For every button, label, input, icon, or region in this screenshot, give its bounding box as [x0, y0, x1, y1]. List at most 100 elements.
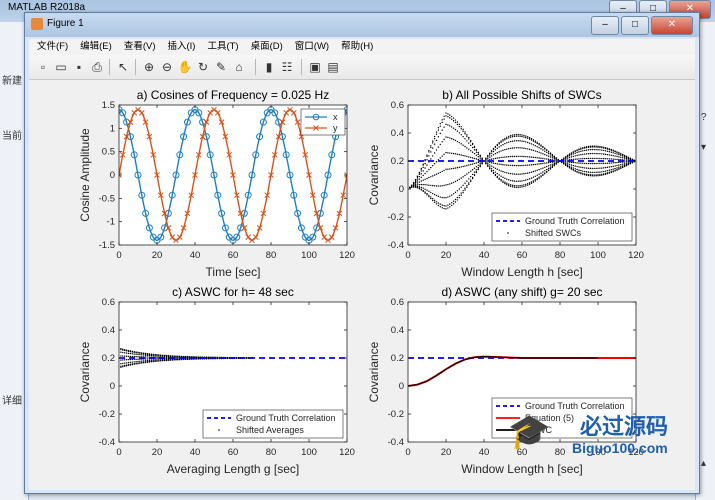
- save-icon[interactable]: ▪: [71, 59, 87, 75]
- swc-dot: [525, 164, 527, 167]
- legend-icon[interactable]: ☷: [279, 59, 295, 75]
- swc-dot: [580, 166, 582, 169]
- swc-dot: [430, 145, 432, 147]
- swc-dot: [553, 156, 555, 159]
- swc-dot: [494, 157, 497, 160]
- swc-dot: [449, 203, 451, 205]
- menu-insert[interactable]: 插入(I): [167, 39, 195, 55]
- average-dot: [137, 362, 139, 365]
- menu-desktop[interactable]: 桌面(D): [251, 39, 283, 55]
- swc-dot: [506, 138, 508, 140]
- menu-tools[interactable]: 工具(T): [207, 39, 238, 55]
- average-dot: [146, 354, 149, 357]
- x-axis-label: Window Length h [sec]: [461, 265, 582, 279]
- average-dot: [169, 359, 171, 361]
- swc-dot: [451, 204, 453, 207]
- x-axis-label: Window Length h [sec]: [461, 462, 582, 476]
- menu-help[interactable]: 帮助(H): [341, 39, 373, 55]
- swc-dot: [468, 178, 470, 180]
- swc-dot: [625, 159, 628, 161]
- swc-dot: [528, 183, 531, 185]
- swc-dot: [604, 173, 607, 175]
- swc-dot: [601, 149, 603, 151]
- swc-dot: [521, 134, 523, 136]
- swc-dot: [620, 153, 622, 155]
- swc-dot: [458, 188, 460, 190]
- y-tick-label: 0.4: [102, 325, 115, 336]
- swc-dot: [473, 162, 476, 165]
- swc-dot: [430, 146, 432, 149]
- swc-dot: [460, 134, 462, 136]
- pointer-icon[interactable]: ↖: [115, 59, 131, 75]
- figure-maximize-button[interactable]: □: [621, 16, 649, 35]
- x-tick-label: 20: [441, 250, 452, 261]
- y-tick-label: 0.4: [391, 325, 404, 336]
- left-label-current[interactable]: 当前: [2, 127, 22, 142]
- average-dot: [131, 361, 133, 363]
- collapse-icon[interactable]: ▴: [701, 458, 706, 469]
- y-tick-label: 0.6: [391, 297, 404, 308]
- swc-dot: [454, 119, 457, 121]
- rotate-icon[interactable]: ↻: [195, 59, 211, 75]
- left-label-new[interactable]: 新建: [2, 72, 22, 87]
- plot-tools-hide-icon[interactable]: ▣: [307, 59, 323, 75]
- brush-icon[interactable]: ⌂: [231, 59, 247, 75]
- zoom-out-icon[interactable]: ⊖: [159, 59, 175, 75]
- swc-dot: [530, 138, 533, 140]
- help-icon[interactable]: ?: [701, 112, 707, 123]
- menu-edit[interactable]: 编辑(E): [80, 39, 112, 55]
- y-tick-label: 1: [110, 123, 115, 134]
- swc-dot: [570, 158, 573, 161]
- swc-dot: [625, 157, 628, 160]
- swc-dot: [443, 153, 445, 156]
- swc-dot: [595, 167, 597, 170]
- toolbar-separator: [301, 59, 302, 75]
- swc-dot: [515, 140, 517, 142]
- average-dot: [150, 361, 152, 363]
- swc-dot: [470, 156, 472, 159]
- swc-dot: [447, 116, 449, 118]
- swc-dot: [608, 154, 611, 156]
- menu-file[interactable]: 文件(F): [37, 39, 68, 55]
- swc-dot: [603, 174, 605, 176]
- figure-minimize-button[interactable]: –: [591, 16, 619, 35]
- left-label-detail[interactable]: 详细: [2, 392, 22, 407]
- swc-dot: [570, 161, 573, 164]
- swc-dot: [521, 147, 523, 149]
- swc-dot: [547, 167, 550, 170]
- open-icon[interactable]: ▭: [53, 59, 69, 75]
- swc-dot: [608, 151, 611, 153]
- menu-window[interactable]: 窗口(W): [295, 39, 329, 55]
- expand-icon[interactable]: ▾: [701, 142, 706, 153]
- zoom-in-icon[interactable]: ⊕: [141, 59, 157, 75]
- swc-dot: [433, 185, 436, 187]
- swc-dot: [502, 143, 504, 146]
- swc-dot: [449, 137, 451, 139]
- new-file-icon[interactable]: ▫: [35, 59, 51, 75]
- swc-dot: [498, 178, 500, 180]
- menu-view[interactable]: 查看(V): [124, 39, 156, 55]
- swc-dot: [544, 158, 546, 160]
- pan-icon[interactable]: ✋: [177, 59, 193, 75]
- swc-dot: [582, 147, 584, 150]
- figure-close-button[interactable]: ✕: [651, 16, 693, 35]
- average-dot: [122, 366, 124, 368]
- swc-dot: [582, 170, 584, 172]
- swc-dot: [443, 126, 445, 128]
- data-cursor-icon[interactable]: ✎: [213, 59, 229, 75]
- average-dot: [205, 358, 208, 360]
- swc-dot: [591, 152, 593, 155]
- swc-dot: [451, 126, 453, 128]
- swc-dot: [578, 169, 580, 171]
- plot-tools-show-icon[interactable]: ▤: [325, 59, 341, 75]
- average-dot: [144, 356, 147, 358]
- swc-dot: [601, 174, 603, 176]
- swc-dot: [418, 188, 421, 190]
- colorbar-icon[interactable]: ▮: [261, 59, 277, 75]
- swc-dot: [498, 163, 500, 165]
- swc-dot: [599, 149, 601, 151]
- figure-titlebar[interactable]: Figure 1 – □ ✕: [25, 13, 699, 37]
- swc-dot: [475, 162, 478, 164]
- print-icon[interactable]: ⎙: [89, 59, 105, 75]
- swc-dot: [447, 113, 449, 115]
